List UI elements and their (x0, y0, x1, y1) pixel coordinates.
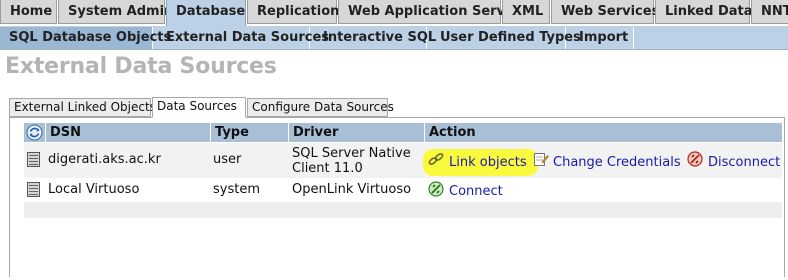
disconnect-link[interactable]: Disconnect (708, 155, 780, 170)
tab-replication[interactable]: Replication (247, 0, 339, 24)
subtab-interactive-sql[interactable]: Interactive SQL (314, 27, 436, 49)
tab-home[interactable]: Home (0, 0, 57, 24)
tab-system-admin[interactable]: System Admin (58, 0, 173, 24)
database-icon (27, 182, 40, 197)
change-credentials-link[interactable]: Change Credentials (553, 155, 681, 170)
driver-cell-line2: Client 11.0 (292, 161, 363, 176)
edit-pencil-icon[interactable] (533, 151, 549, 167)
dsn-cell: digerati.aks.ac.kr (48, 152, 161, 167)
tab-configure-data-sources[interactable]: Configure Data Sources (247, 98, 394, 117)
header-refresh-cell (24, 123, 46, 142)
dsn-cell: Local Virtuoso (48, 182, 140, 197)
link-objects-link[interactable]: Link objects (449, 155, 527, 170)
tab-data-sources[interactable]: Data Sources (152, 97, 246, 118)
connect-icon[interactable] (428, 181, 444, 197)
refresh-icon[interactable] (26, 124, 43, 141)
subtab-import[interactable]: Import (570, 27, 634, 49)
driver-cell-line1: SQL Server Native (292, 146, 411, 161)
page-title: External Data Sources (5, 54, 277, 79)
tab-external-linked-objects[interactable]: External Linked Objects (9, 98, 156, 117)
database-icon (27, 152, 40, 167)
sub-tab-bar: SQL Database Objects External Data Sourc… (0, 26, 788, 50)
column-header-action: Action (425, 123, 782, 142)
tab-database[interactable]: Database (166, 0, 246, 26)
type-cell: user (213, 152, 242, 167)
tab-web-application-server[interactable]: Web Application Server (338, 0, 520, 24)
tab-linked-data[interactable]: Linked Data (655, 0, 753, 24)
driver-cell: OpenLink Virtuoso (292, 182, 412, 197)
tab-web-services[interactable]: Web Services (551, 0, 659, 24)
connect-link[interactable]: Connect (449, 184, 503, 199)
subtab-external-data-sources[interactable]: External Data Sources (157, 27, 329, 49)
column-header-dsn: DSN (46, 123, 211, 142)
tab-xml[interactable]: XML (502, 0, 550, 24)
subtab-user-defined-types[interactable]: User Defined Types (431, 27, 581, 49)
tab-nntp[interactable]: NNTP (751, 0, 788, 24)
column-header-driver: Driver (289, 123, 425, 142)
type-cell: system (213, 182, 260, 197)
top-tab-bar: Home System Admin Database Replication W… (0, 0, 788, 26)
subtab-sql-database-objects[interactable]: SQL Database Objects (0, 27, 171, 49)
table-footer (24, 202, 782, 218)
chain-link-icon[interactable] (428, 152, 444, 166)
disconnect-icon[interactable] (687, 151, 703, 167)
column-header-type: Type (211, 123, 289, 142)
